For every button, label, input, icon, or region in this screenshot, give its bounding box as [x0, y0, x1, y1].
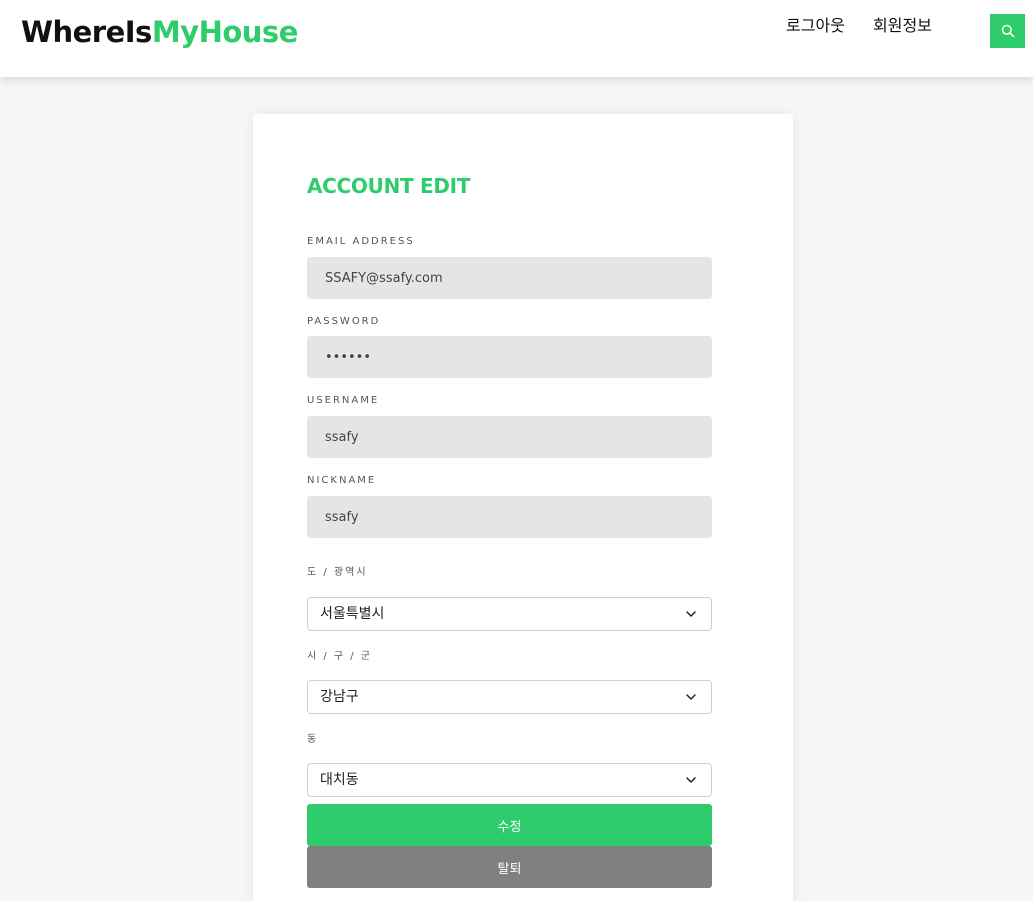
- password-label: PASSWORD: [307, 316, 381, 327]
- form-title: ACCOUNT EDIT: [307, 174, 471, 198]
- email-label: EMAIL ADDRESS: [307, 236, 415, 247]
- chevron-down-icon: [686, 694, 696, 700]
- province-select[interactable]: 서울특별시: [307, 597, 712, 631]
- chevron-down-icon: [686, 777, 696, 783]
- province-label: 도 / 광역시: [307, 567, 368, 578]
- chevron-down-icon: [686, 611, 696, 617]
- edit-button[interactable]: 수정: [307, 804, 712, 846]
- username-label: USERNAME: [307, 395, 380, 406]
- district-label: 시 / 구 / 군: [307, 651, 373, 662]
- dong-select[interactable]: 대치동: [307, 763, 712, 797]
- logo-text-my-house: MyHouse: [151, 15, 299, 49]
- district-select[interactable]: 강남구: [307, 680, 712, 714]
- nickname-label: NICKNAME: [307, 475, 377, 486]
- password-field[interactable]: [307, 336, 712, 378]
- nav-logout-link[interactable]: 로그아웃: [786, 14, 845, 38]
- province-selected-value: 서울특별시: [320, 606, 385, 622]
- top-header: WhereIsMyHouse 로그아웃 회원정보: [0, 0, 1033, 77]
- nav-member-info-link[interactable]: 회원정보: [873, 14, 932, 38]
- district-selected-value: 강남구: [320, 689, 359, 705]
- account-edit-card: ACCOUNT EDIT EMAIL ADDRESS PASSWORD USER…: [253, 114, 793, 901]
- search-icon: [1001, 24, 1014, 38]
- dong-label: 동: [307, 734, 319, 745]
- dong-selected-value: 대치동: [320, 772, 359, 788]
- site-logo[interactable]: WhereIsMyHouse: [21, 12, 298, 52]
- search-button[interactable]: [990, 14, 1025, 48]
- nickname-field[interactable]: [307, 496, 712, 538]
- email-field[interactable]: [307, 257, 712, 299]
- username-field[interactable]: [307, 416, 712, 458]
- withdraw-button[interactable]: 탈퇴: [307, 846, 712, 888]
- logo-text-where-is: WhereIs: [21, 15, 152, 49]
